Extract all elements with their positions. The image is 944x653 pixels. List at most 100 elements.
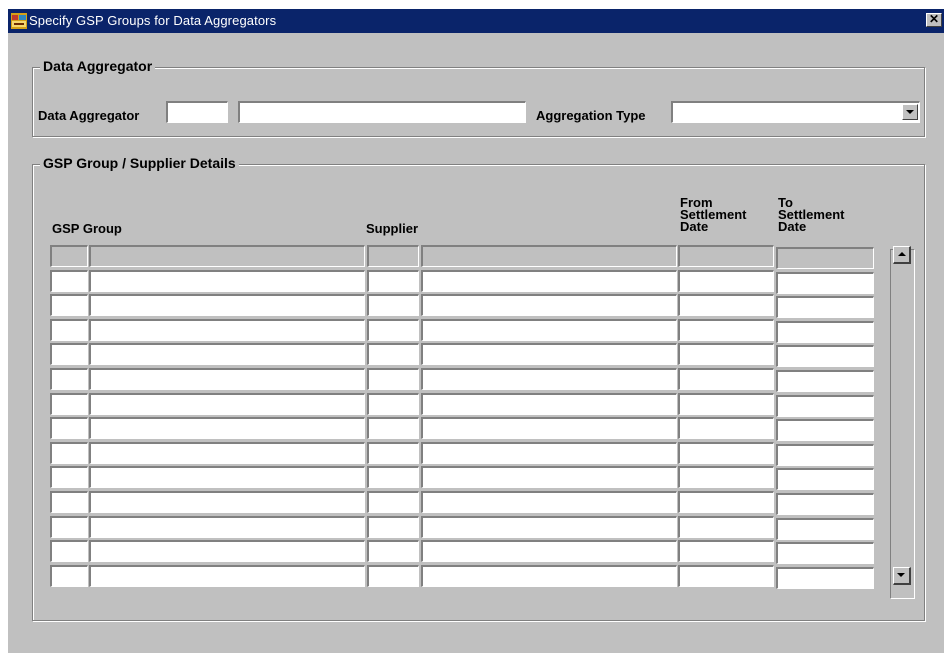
supplier-name-cell[interactable] — [421, 442, 677, 464]
close-icon: ✕ — [928, 12, 940, 26]
supplier-id-cell[interactable] — [367, 491, 419, 513]
gsp-group-name-cell[interactable] — [89, 466, 365, 488]
to-settlement-date-cell[interactable] — [776, 370, 874, 392]
gsp-group-id-cell[interactable] — [50, 540, 88, 562]
to-settlement-date-cell[interactable] — [776, 272, 874, 294]
supplier-id-cell[interactable] — [367, 343, 419, 365]
data-aggregator-name-field[interactable] — [238, 101, 526, 123]
gsp-group-name-cell[interactable] — [89, 343, 365, 365]
supplier-id-cell[interactable] — [367, 368, 419, 390]
column-header-to-settlement-date: To Settlement Date — [778, 195, 845, 234]
supplier-name-cell[interactable] — [421, 565, 677, 587]
supplier-name-cell[interactable] — [421, 491, 677, 513]
to-settlement-date-cell[interactable] — [776, 419, 874, 441]
to-settlement-date-cell[interactable] — [776, 247, 874, 269]
from-settlement-date-cell[interactable] — [678, 270, 774, 292]
from-settlement-date-cell[interactable] — [678, 319, 774, 341]
gsp-group-name-cell[interactable] — [89, 417, 365, 439]
supplier-id-cell[interactable] — [367, 270, 419, 292]
gsp-group-id-cell[interactable] — [50, 368, 88, 390]
supplier-name-cell[interactable] — [421, 540, 677, 562]
supplier-name-cell[interactable] — [421, 516, 677, 538]
scroll-down-button[interactable] — [893, 567, 911, 585]
gsp-group-id-cell[interactable] — [50, 270, 88, 292]
supplier-id-cell[interactable] — [367, 245, 419, 267]
supplier-id-cell[interactable] — [367, 466, 419, 488]
data-aggregator-group-title: Data Aggregator — [40, 58, 156, 74]
to-settlement-date-cell[interactable] — [776, 395, 874, 417]
gsp-group-id-cell[interactable] — [50, 319, 88, 341]
gsp-group-id-cell[interactable] — [50, 393, 88, 415]
gsp-group-id-cell[interactable] — [50, 294, 88, 316]
from-settlement-date-cell[interactable] — [678, 245, 774, 267]
gsp-group-id-cell[interactable] — [50, 343, 88, 365]
supplier-id-cell[interactable] — [367, 294, 419, 316]
grid-scrollbar[interactable] — [890, 249, 915, 599]
from-settlement-date-cell[interactable] — [678, 466, 774, 488]
title-bar[interactable]: Specify GSP Groups for Data Aggregators … — [8, 9, 944, 33]
to-settlement-date-cell[interactable] — [776, 518, 874, 540]
data-aggregator-id-field[interactable] — [166, 101, 228, 123]
from-settlement-date-cell[interactable] — [678, 516, 774, 538]
gsp-group-id-cell[interactable] — [50, 516, 88, 538]
aggregation-type-dropdown-button[interactable] — [902, 104, 918, 120]
to-settlement-date-cell[interactable] — [776, 468, 874, 490]
from-settlement-date-cell[interactable] — [678, 294, 774, 316]
to-settlement-date-cell[interactable] — [776, 567, 874, 589]
from-settlement-date-cell[interactable] — [678, 491, 774, 513]
from-settlement-date-cell[interactable] — [678, 368, 774, 390]
from-settlement-date-cell[interactable] — [678, 540, 774, 562]
to-settlement-date-cell[interactable] — [776, 444, 874, 466]
supplier-name-cell[interactable] — [421, 245, 677, 267]
gsp-supplier-details-group-title: GSP Group / Supplier Details — [40, 155, 239, 171]
gsp-group-id-cell[interactable] — [50, 491, 88, 513]
column-header-from-settlement-date: From Settlement Date — [680, 195, 747, 234]
supplier-id-cell[interactable] — [367, 417, 419, 439]
gsp-group-id-cell[interactable] — [50, 245, 88, 267]
aggregation-type-select[interactable] — [671, 101, 920, 123]
gsp-group-id-cell[interactable] — [50, 442, 88, 464]
chevron-down-icon — [906, 110, 914, 114]
gsp-group-name-cell[interactable] — [89, 368, 365, 390]
to-settlement-date-cell[interactable] — [776, 321, 874, 343]
from-settlement-date-cell[interactable] — [678, 442, 774, 464]
gsp-group-name-cell[interactable] — [89, 245, 365, 267]
gsp-group-name-cell[interactable] — [89, 516, 365, 538]
supplier-id-cell[interactable] — [367, 565, 419, 587]
from-settlement-date-cell[interactable] — [678, 343, 774, 365]
forms-app-icon — [11, 13, 27, 29]
from-settlement-date-cell[interactable] — [678, 393, 774, 415]
gsp-group-name-cell[interactable] — [89, 540, 365, 562]
gsp-group-name-cell[interactable] — [89, 565, 365, 587]
gsp-group-id-cell[interactable] — [50, 417, 88, 439]
to-settlement-date-cell[interactable] — [776, 345, 874, 367]
gsp-group-name-cell[interactable] — [89, 491, 365, 513]
supplier-id-cell[interactable] — [367, 393, 419, 415]
from-settlement-date-cell[interactable] — [678, 417, 774, 439]
close-button[interactable]: ✕ — [926, 13, 942, 27]
supplier-id-cell[interactable] — [367, 516, 419, 538]
supplier-name-cell[interactable] — [421, 393, 677, 415]
scroll-up-button[interactable] — [893, 246, 911, 264]
to-settlement-date-cell[interactable] — [776, 493, 874, 515]
supplier-name-cell[interactable] — [421, 466, 677, 488]
to-settlement-date-cell[interactable] — [776, 296, 874, 318]
gsp-group-id-cell[interactable] — [50, 466, 88, 488]
supplier-id-cell[interactable] — [367, 442, 419, 464]
supplier-name-cell[interactable] — [421, 417, 677, 439]
supplier-id-cell[interactable] — [367, 540, 419, 562]
from-settlement-date-cell[interactable] — [678, 565, 774, 587]
gsp-group-name-cell[interactable] — [89, 319, 365, 341]
supplier-name-cell[interactable] — [421, 270, 677, 292]
supplier-name-cell[interactable] — [421, 343, 677, 365]
gsp-group-id-cell[interactable] — [50, 565, 88, 587]
supplier-name-cell[interactable] — [421, 319, 677, 341]
supplier-name-cell[interactable] — [421, 294, 677, 316]
supplier-id-cell[interactable] — [367, 319, 419, 341]
to-settlement-date-cell[interactable] — [776, 542, 874, 564]
gsp-group-name-cell[interactable] — [89, 393, 365, 415]
gsp-group-name-cell[interactable] — [89, 270, 365, 292]
gsp-group-name-cell[interactable] — [89, 442, 365, 464]
supplier-name-cell[interactable] — [421, 368, 677, 390]
gsp-group-name-cell[interactable] — [89, 294, 365, 316]
